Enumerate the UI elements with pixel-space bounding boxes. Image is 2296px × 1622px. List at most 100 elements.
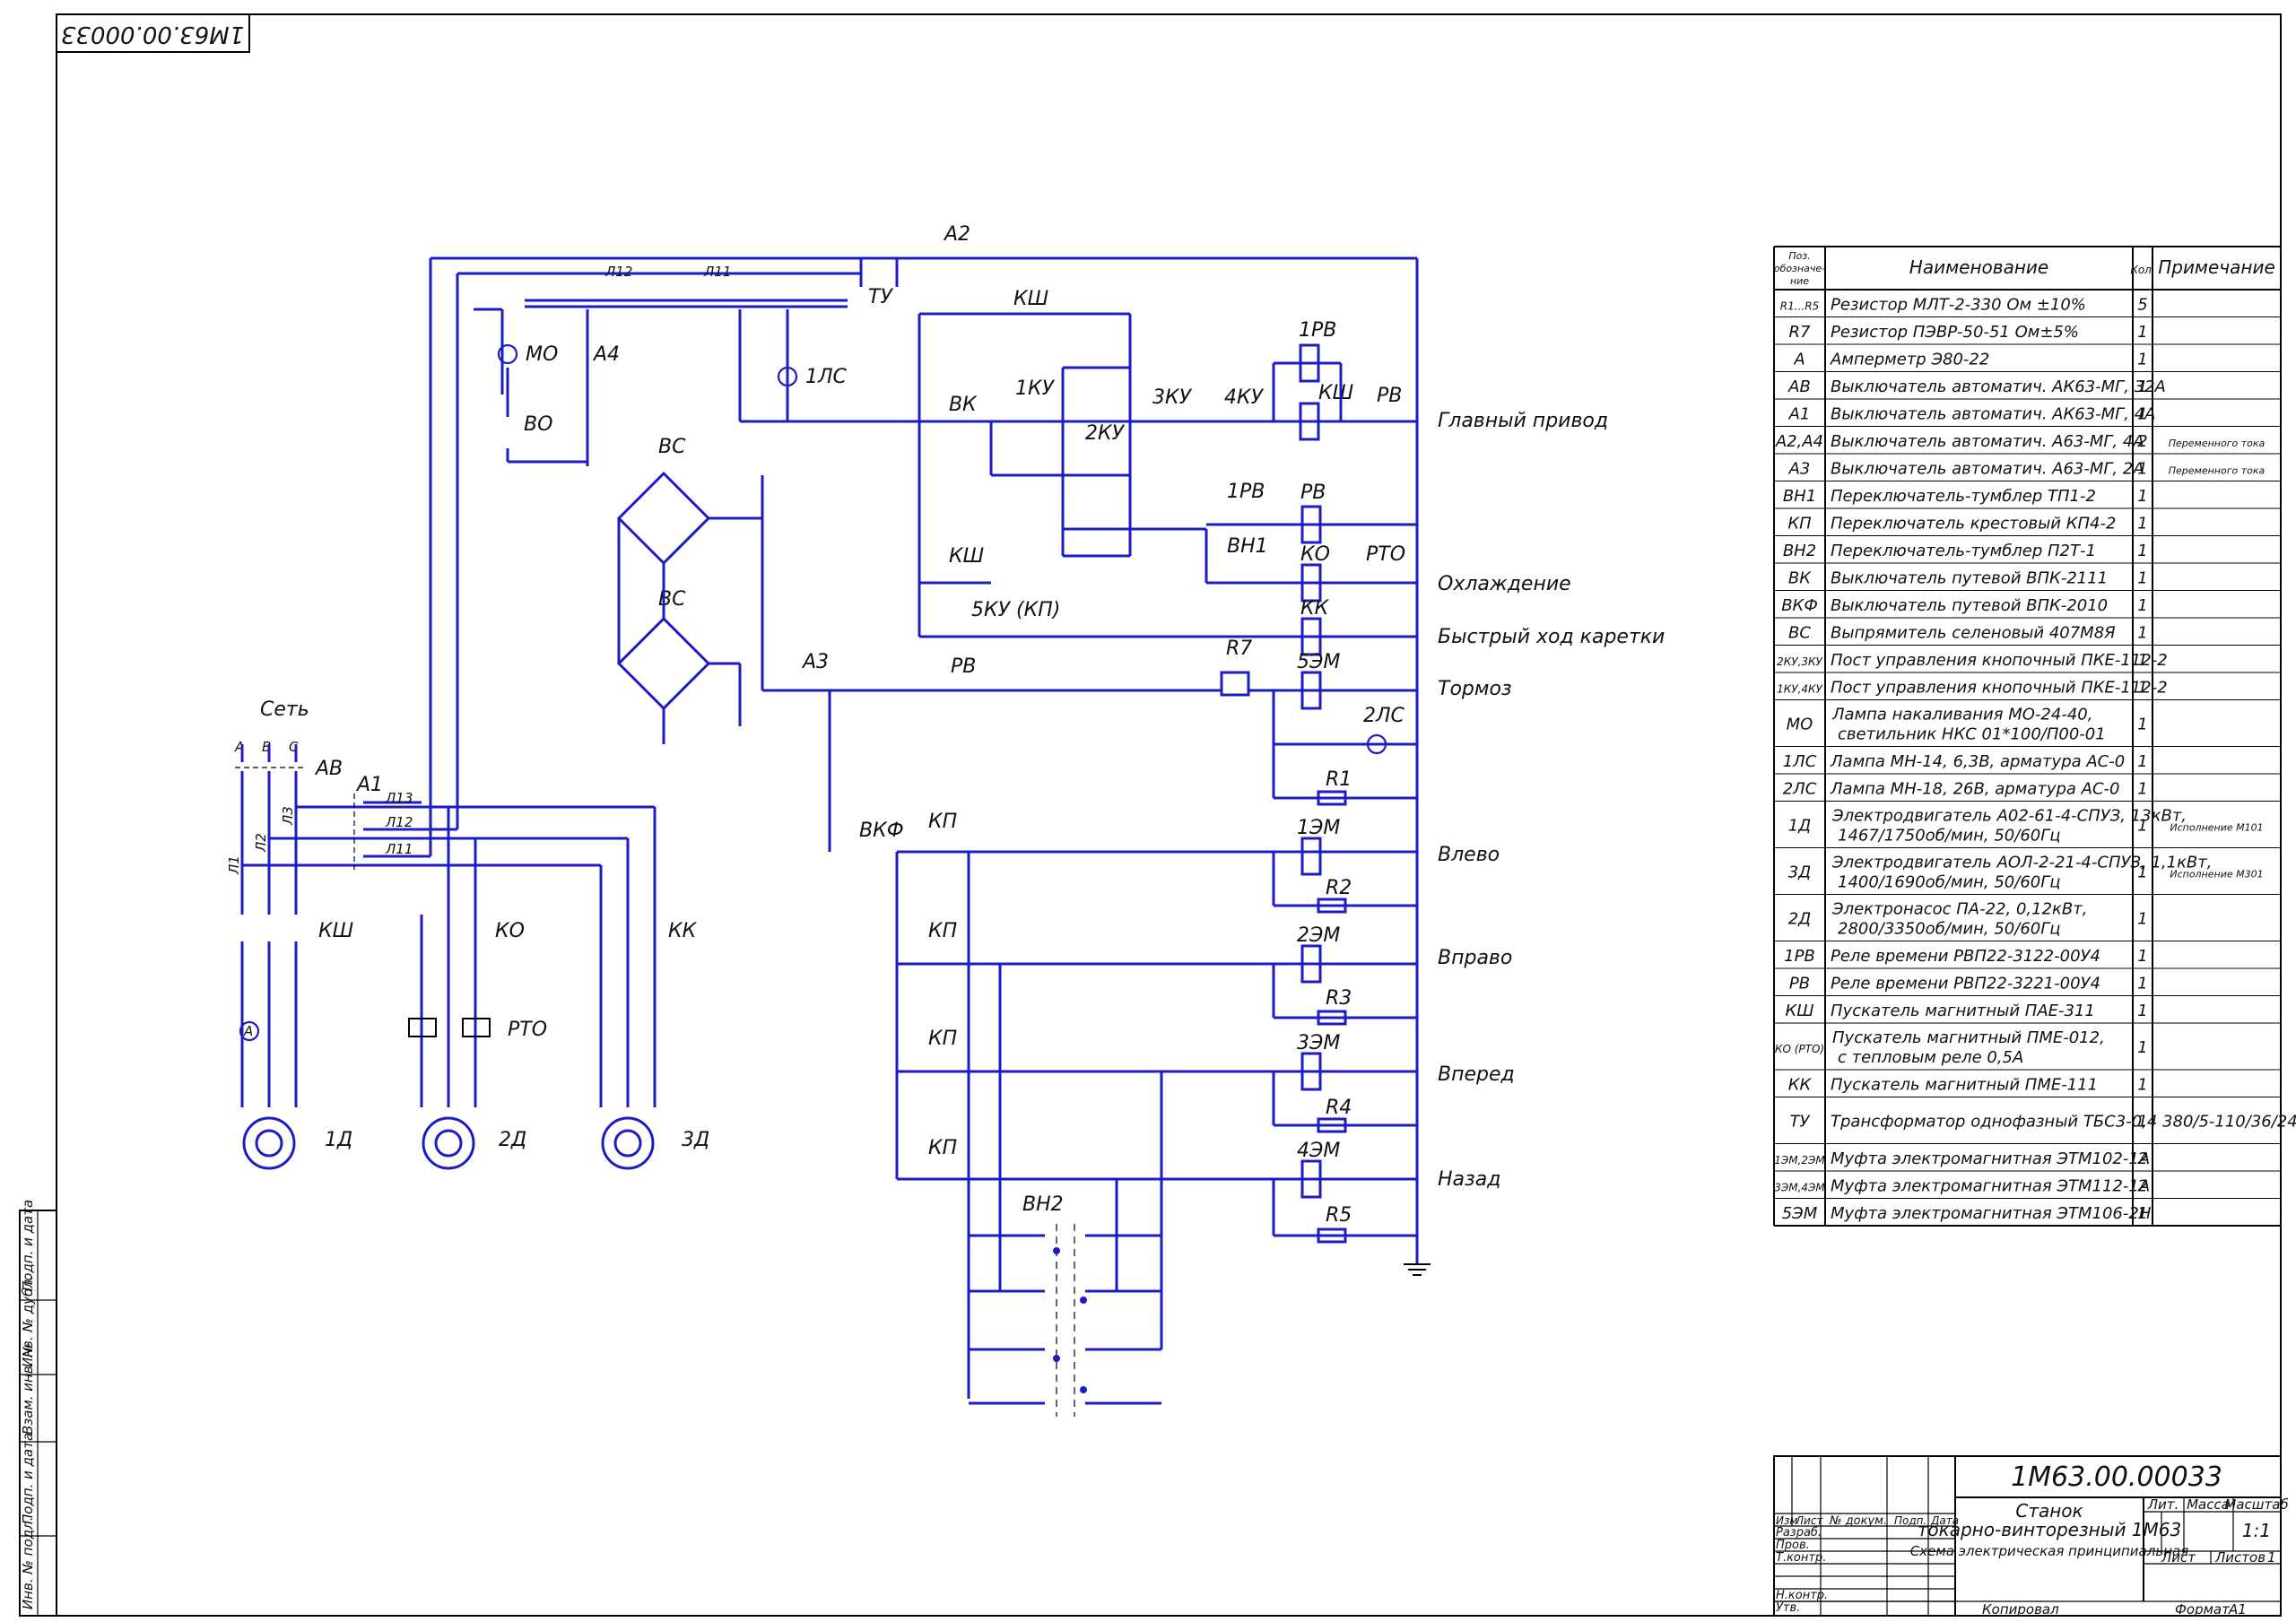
label-kp-3: КП xyxy=(928,1028,957,1050)
spec-name: 1400/1690об/мин, 50/60Гц xyxy=(1838,873,2061,892)
label-rto-ctrl: РТО xyxy=(1366,543,1405,566)
title-col-sign: Подп. xyxy=(1894,1514,1926,1527)
label-l11: Л11 xyxy=(385,841,413,857)
label-mains: Сеть xyxy=(260,698,309,721)
spec-pos: ВКФ xyxy=(1781,596,1818,615)
side-stamp: Инв. № подл. Подп. и дата Взам. инв. № И… xyxy=(19,1200,57,1617)
label-a3: А3 xyxy=(801,651,829,673)
label-rto: РТО xyxy=(508,1019,547,1041)
spec-qty: 2 xyxy=(2137,1149,2147,1168)
spec-name: 1467/1750об/мин, 50/60Гц xyxy=(1838,827,2061,846)
spec-name: Выпрямитель селеновый 407М8Я xyxy=(1831,623,2116,642)
label-motor-3d: 3Д xyxy=(682,1129,709,1151)
spec-qty: 1 xyxy=(2137,1002,2147,1020)
label-ko-power: КО xyxy=(495,920,525,942)
spec-qty: 1 xyxy=(2137,1204,2147,1223)
spec-name: Реле времени РВП22-3122-00У4 xyxy=(1831,947,2100,966)
label-kk-coil: КК xyxy=(1300,597,1330,620)
spec-name: Муфта электромагнитная ЭТМ106-2Н xyxy=(1831,1204,2152,1223)
label-1ku: 1КУ xyxy=(1015,377,1056,400)
function-brake: Тормоз xyxy=(1438,678,1512,700)
spec-pos: КП xyxy=(1787,514,1812,533)
title-row-prov: Пров. xyxy=(1776,1539,1810,1552)
label-ksh-power: КШ xyxy=(318,920,353,942)
label-5ku: 5КУ (КП) xyxy=(971,599,1060,621)
label-2ls: 2ЛС xyxy=(1363,705,1405,727)
label-l1: Л1 xyxy=(226,855,242,875)
title-sheet-label: Лист xyxy=(2161,1549,2196,1566)
spec-name: Пост управления кнопочный ПКЕ-112-2 xyxy=(1831,678,2168,697)
label-ksh-coil: КШ xyxy=(1318,382,1353,404)
label-vo: ВО xyxy=(524,413,552,436)
spec-pos: 1Д xyxy=(1788,817,1812,836)
spec-pos: 1ЭМ,2ЭМ xyxy=(1774,1154,1825,1167)
transformer-section: ТУ Л12 Л11 МО А4 ВО 1ЛС ВС ВС А3 xyxy=(430,256,1417,744)
spec-qty: 1 xyxy=(2137,716,2147,734)
label-4em: 4ЭМ xyxy=(1297,1140,1340,1162)
spec-pos: РВ xyxy=(1789,974,1810,993)
spec-qty: 1 xyxy=(2137,323,2147,342)
spec-name: Трансформатор однофазный ТБС3-0,4 380/5-… xyxy=(1831,1113,2296,1132)
side-stamp-1: Инв. № подл. xyxy=(20,1517,36,1609)
title-row-utv: Утв. xyxy=(1776,1601,1800,1615)
spec-qty: 1 xyxy=(2137,863,2147,882)
spec-name: Выключатель путевой ВПК-2010 xyxy=(1831,596,2108,615)
label-vn2: ВН2 xyxy=(1022,1193,1064,1216)
label-vs-1: ВС xyxy=(658,436,686,458)
spec-header-pos-2: обозначе- xyxy=(1774,263,1825,274)
spec-pos: 1РВ xyxy=(1784,947,1815,966)
spec-name: Лампа МН-14, 6,3В, арматура АС-0 xyxy=(1830,752,2125,771)
spec-qty: 1 xyxy=(2137,1113,2147,1132)
spec-qty: 1 xyxy=(2137,910,2147,929)
spec-name: Муфта электромагнитная ЭТМ102-1А xyxy=(1831,1149,2150,1168)
label-rv-contact: РВ xyxy=(1377,385,1402,407)
spec-pos: А xyxy=(1793,350,1805,369)
label-ksh-ctrl-2: КШ xyxy=(949,545,984,568)
title-sheets-label: Листов xyxy=(2214,1549,2266,1566)
label-r7: R7 xyxy=(1226,638,1252,660)
label-r3: R3 xyxy=(1326,987,1352,1010)
spec-name: Выключатель путевой ВПК-2111 xyxy=(1831,568,2108,587)
title-row-nkontr: Н.контр. xyxy=(1776,1589,1828,1602)
spec-pos: 5ЭМ xyxy=(1782,1204,1818,1223)
title-col-date: Дата xyxy=(1930,1514,1959,1527)
spec-qty: 5 xyxy=(2137,295,2147,314)
title-sheets-count: 1 xyxy=(2267,1549,2276,1566)
spec-note: Переменного тока xyxy=(2169,464,2266,476)
spec-pos: 1КУ,4КУ xyxy=(1777,682,1822,695)
label-kp-2: КП xyxy=(928,920,957,942)
spec-name: Переключатель-тумблер П2Т-1 xyxy=(1831,542,2096,560)
label-5em: 5ЭМ xyxy=(1297,651,1340,673)
spec-pos: ТУ xyxy=(1790,1113,1811,1132)
label-4ku: 4КУ xyxy=(1224,386,1265,409)
spec-qty: 1 xyxy=(2137,678,2147,697)
label-2em: 2ЭМ xyxy=(1297,924,1340,947)
spec-note: Исполнение М101 xyxy=(2170,822,2263,834)
label-mo: МО xyxy=(526,343,558,366)
spec-name: Реле времени РВП22-3221-00У4 xyxy=(1831,974,2100,993)
spec-pos: ВН2 xyxy=(1783,542,1816,560)
function-back: Назад xyxy=(1438,1168,1500,1191)
spec-pos: 1ЛС xyxy=(1783,752,1817,771)
title-col-doc: № докум. xyxy=(1829,1514,1887,1528)
spec-pos: 3Д xyxy=(1788,863,1812,882)
spec-name: Лампа МН-18, 26В, арматура АС-0 xyxy=(1830,779,2119,798)
spec-qty: 2 xyxy=(2137,1176,2147,1195)
label-r1: R1 xyxy=(1326,768,1352,791)
title-format-label: Формат xyxy=(2175,1601,2231,1618)
spec-qty: 1 xyxy=(2137,404,2147,423)
label-kp-4: КП xyxy=(928,1137,957,1159)
label-r4: R4 xyxy=(1326,1097,1352,1119)
spec-qty: 1 xyxy=(2137,817,2147,836)
spec-pos: ВС xyxy=(1788,623,1811,642)
spec-name: 2800/3350об/мин, 50/60Гц xyxy=(1838,920,2061,939)
label-l11-top: Л11 xyxy=(703,264,731,280)
spec-qty: 1 xyxy=(2137,350,2147,369)
label-l2: Л2 xyxy=(253,833,269,853)
label-kp-1: КП xyxy=(928,811,957,833)
title-row-tkontr: Т.контр. xyxy=(1776,1551,1826,1565)
spec-name: Пускатель магнитный ПМЕ-111 xyxy=(1831,1075,2098,1094)
label-a1: А1 xyxy=(355,774,383,796)
label-r5: R5 xyxy=(1326,1204,1352,1227)
spec-note: Переменного тока xyxy=(2169,438,2266,449)
